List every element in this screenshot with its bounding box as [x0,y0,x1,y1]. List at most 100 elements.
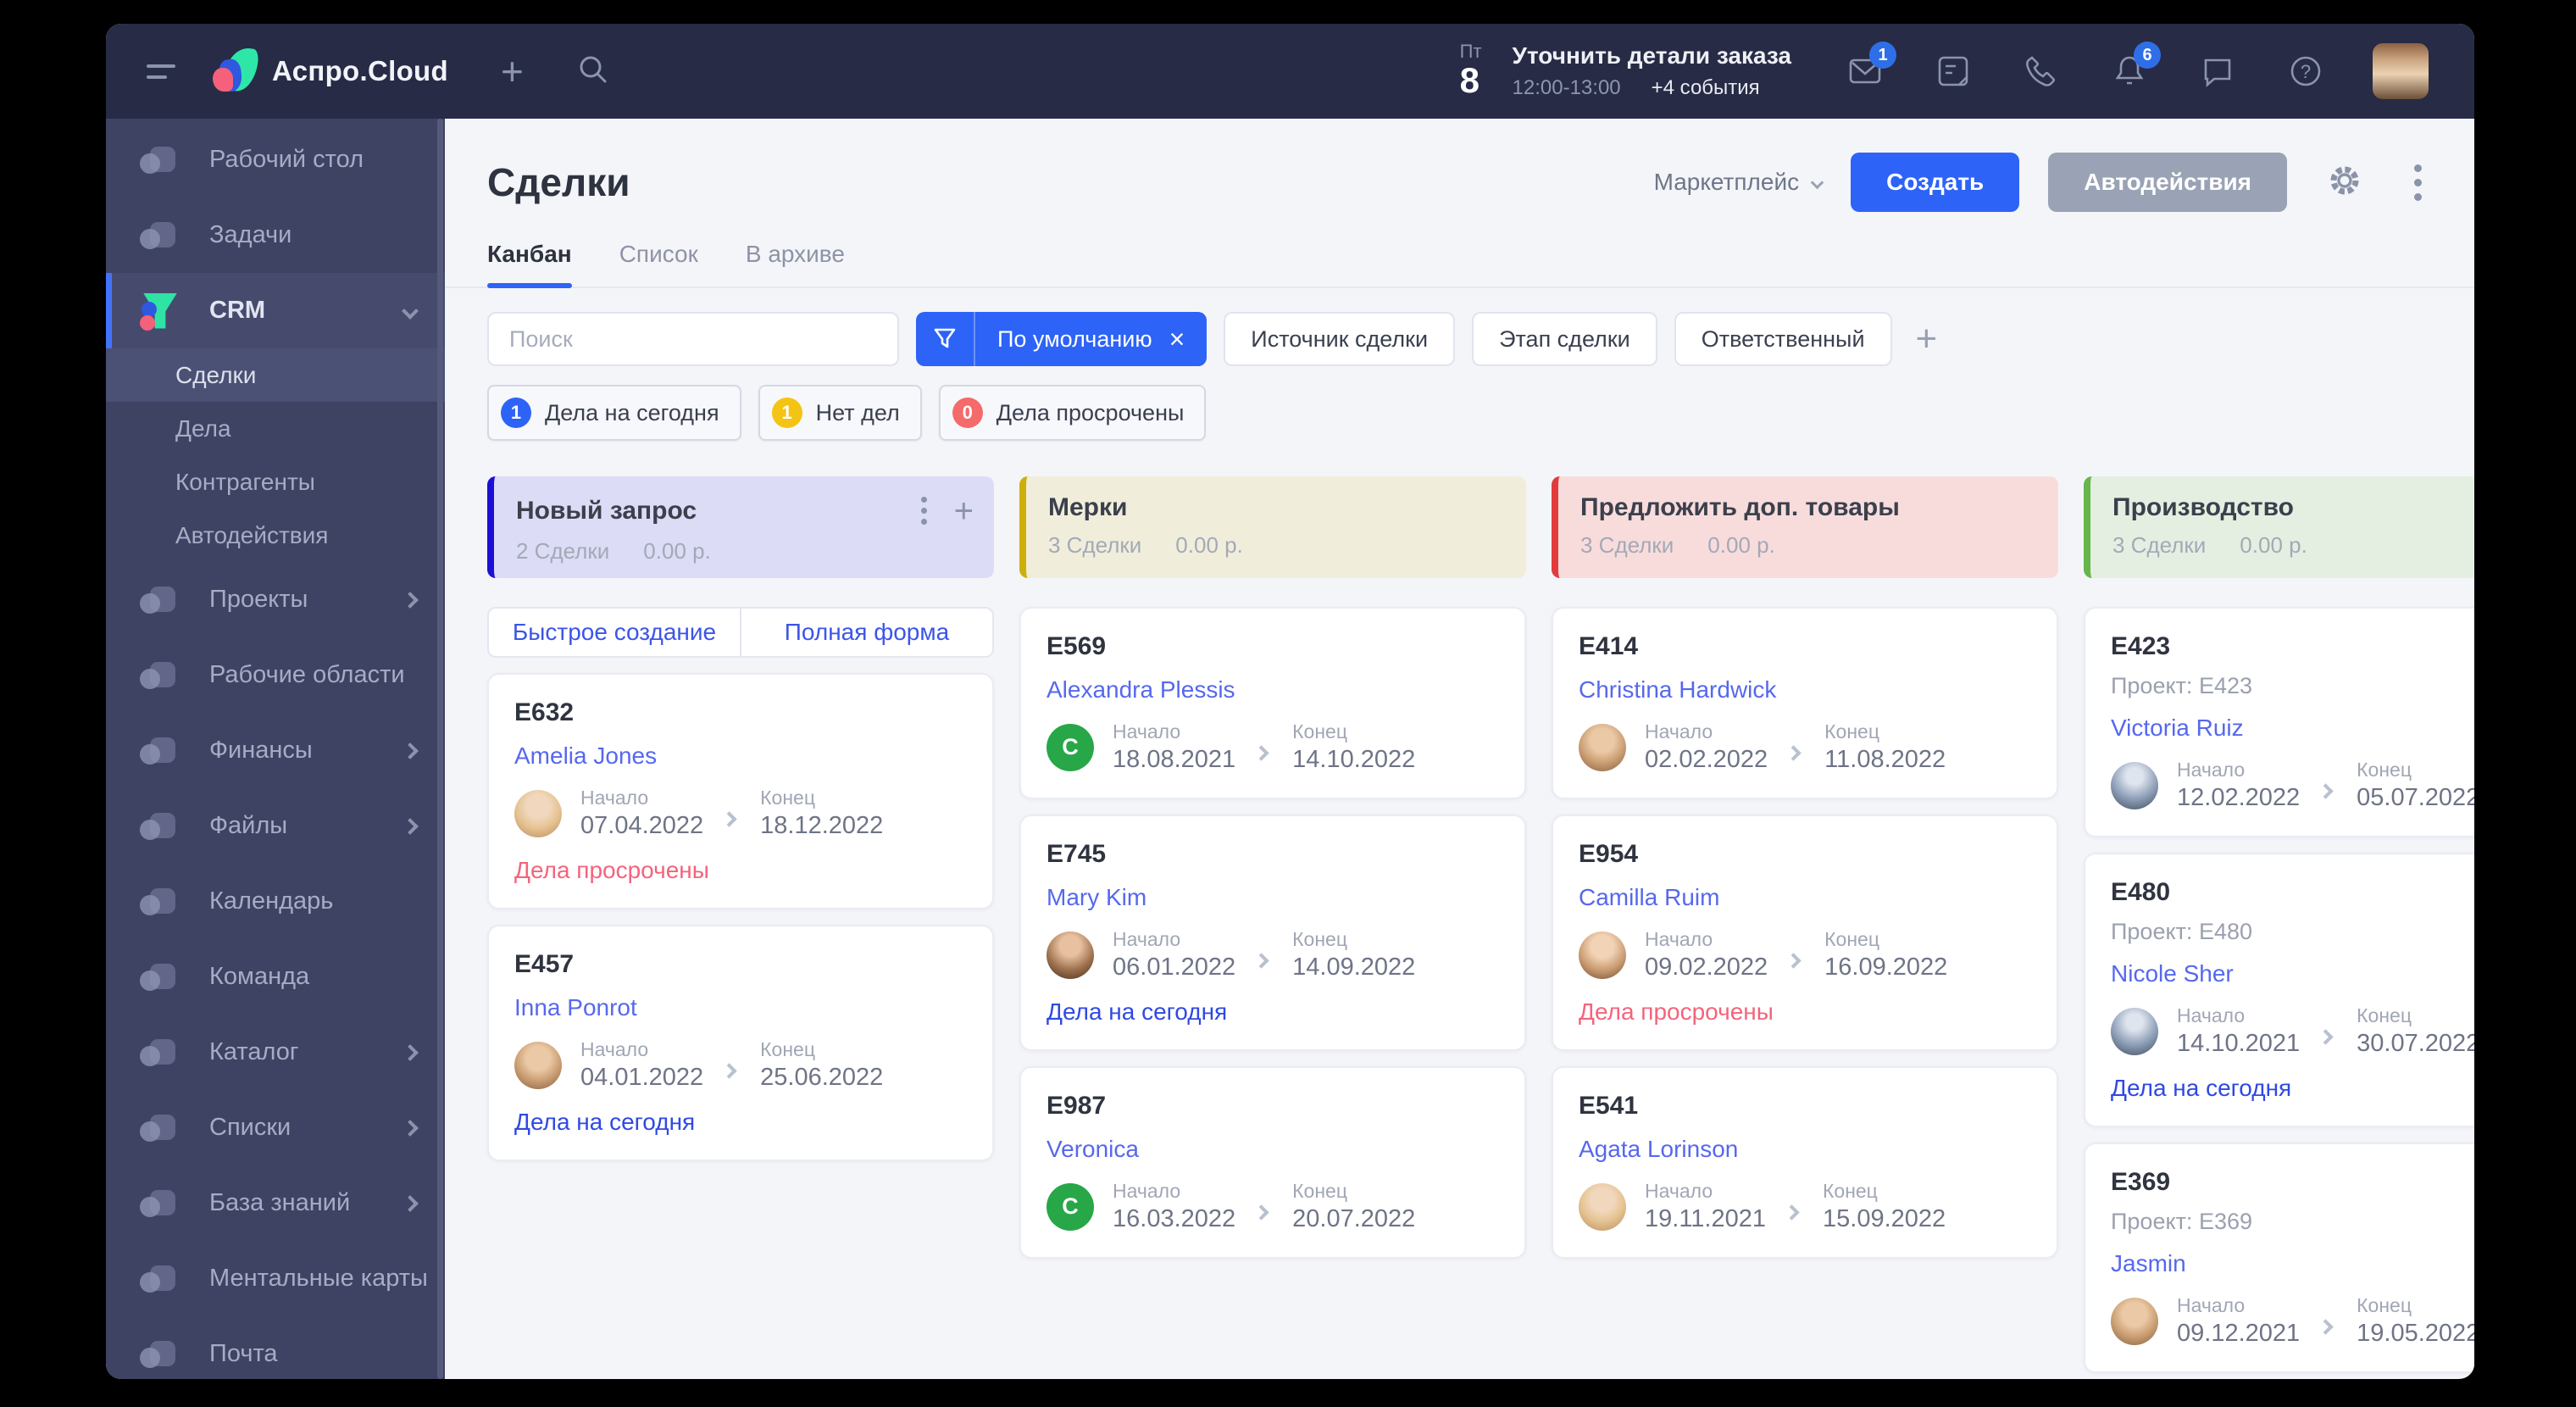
sidebar-item-workspaces[interactable]: Рабочие области [106,637,445,713]
help-icon[interactable]: ? [2286,52,2325,91]
avatar: C [1046,724,1094,771]
deal-card-E987[interactable]: E987 Veronica C Начало16.03.2022 Конец20… [1019,1066,1526,1259]
client-link[interactable]: Inna Ponrot [514,994,967,1021]
sidebar-item-files[interactable]: Файлы [106,788,445,864]
view-tabs: Канбан Список В архиве [487,241,2427,286]
avatar [2111,1008,2158,1055]
sidebar-item-mail[interactable]: Почта [106,1316,445,1379]
topbar: Аспро.Cloud + Пт 8 Уточнить детали заказ… [106,24,2474,119]
client-link[interactable]: Alexandra Plessis [1046,676,1499,704]
menu-toggle-icon[interactable] [147,64,180,79]
filter-preset-button[interactable]: По умолчанию × [916,312,1207,366]
sidebar-item-finance[interactable]: Финансы [106,713,445,788]
phone-icon[interactable] [2022,52,2061,91]
tab-kanban[interactable]: Канбан [487,241,572,286]
more-menu-icon[interactable] [2409,159,2427,206]
chip-count-badge: 1 [772,398,802,428]
arrow-right-icon [1253,745,1269,760]
gear-icon[interactable] [2324,160,2365,205]
sidebar-item-deals[interactable]: Сделки [106,348,445,402]
start-date: 09.02.2022 [1645,954,1768,982]
client-link[interactable]: Nicole Sher [2111,960,2474,987]
filter-responsible-button[interactable]: Ответственный [1674,312,1892,366]
sidebar-item-desktop[interactable]: Рабочий стол [106,122,445,197]
status-overdue: Дела просрочены [1579,998,2031,1026]
column-title: Мерки [1048,493,1506,522]
end-date: 25.06.2022 [760,1064,883,1092]
sidebar-item-crm[interactable]: CRM [106,273,445,348]
column-add-icon[interactable]: + [954,494,974,528]
full-form-button[interactable]: Полная форма [741,609,992,656]
sidebar-item-catalog[interactable]: Каталог [106,1015,445,1090]
quick-create-button[interactable]: Быстрое создание [489,609,741,656]
sidebar-scrollbar[interactable] [437,119,443,1379]
column-amount: 0.00 р. [1707,532,1775,559]
tab-archive[interactable]: В архиве [746,241,845,286]
deal-card-E457[interactable]: E457 Inna Ponrot Начало04.01.2022 Конец2… [487,925,994,1161]
quick-add-icon[interactable]: + [501,52,524,91]
search-input[interactable] [487,312,899,366]
sidebar-item-calendar[interactable]: Календарь [106,864,445,939]
svg-text:?: ? [2301,61,2311,82]
column-count: 3 Сделки [2112,532,2206,559]
weekday-label: Пт [1460,42,1482,61]
client-link[interactable]: Camilla Ruim [1579,884,2031,911]
sidebar-item-projects[interactable]: Проекты [106,562,445,637]
chat-icon[interactable] [2198,52,2237,91]
sidebar-item-autoactions[interactable]: Автодействия [106,509,445,562]
chip-no-activities[interactable]: 1 Нет дел [758,385,922,441]
chip-today[interactable]: 1 Дела на сегодня [487,385,741,441]
chip-overdue[interactable]: 0 Дела просрочены [939,385,1207,441]
status-today: Дела на сегодня [1046,998,1499,1026]
funnel-icon[interactable] [916,312,975,366]
marketplace-dropdown[interactable]: Маркетплейс [1654,169,1823,196]
sidebar-item-team[interactable]: Команда [106,939,445,1015]
deal-card-E414[interactable]: E414 Christina Hardwick Начало02.02.2022… [1552,607,2058,799]
event-title: Уточнить детали заказа [1513,42,1791,70]
mail-icon[interactable]: 1 [1846,52,1885,91]
deal-card-E954[interactable]: E954 Camilla Ruim Начало09.02.2022 Конец… [1552,815,2058,1051]
deal-card-E480[interactable]: E480 Проект: E480 Nicole Sher Начало14.1… [2084,853,2474,1127]
autoactions-button[interactable]: Автодействия [2048,153,2287,212]
client-link[interactable]: Veronica [1046,1136,1499,1163]
app-logo[interactable]: Аспро.Cloud [213,47,448,95]
client-link[interactable]: Victoria Ruiz [2111,715,2474,742]
avatar [2111,762,2158,809]
close-icon[interactable]: × [1169,325,1185,353]
client-link[interactable]: Mary Kim [1046,884,1499,911]
client-link[interactable]: Amelia Jones [514,742,967,770]
tab-list[interactable]: Список [619,241,698,286]
client-link[interactable]: Christina Hardwick [1579,676,2031,704]
deal-card-E423[interactable]: E423 Проект: E423 Victoria Ruiz Начало12… [2084,607,2474,837]
deal-card-E369[interactable]: E369 Проект: E369 Jasmin Начало09.12.202… [2084,1143,2474,1373]
column-count: 2 Сделки [516,538,609,564]
user-avatar[interactable] [2373,43,2429,99]
next-event[interactable]: Уточнить детали заказа 12:00-13:00 +4 со… [1513,42,1791,100]
sidebar-item-activities[interactable]: Дела [106,402,445,455]
sidebar-item-mindmaps[interactable]: Ментальные карты [106,1241,445,1316]
workspaces-icon [140,657,179,694]
finance-icon [140,732,179,770]
sidebar-item-knowledge-base[interactable]: База знаний [106,1165,445,1241]
sidebar-item-lists[interactable]: Списки [106,1090,445,1165]
deal-card-E745[interactable]: E745 Mary Kim Начало06.01.2022 Конец14.0… [1019,815,1526,1051]
column-menu-icon[interactable] [918,493,930,528]
chip-count-badge: 1 [501,398,531,428]
add-filter-icon[interactable]: + [1916,320,1938,358]
desktop-icon [140,142,179,179]
deal-card-E632[interactable]: E632 Amelia Jones Начало07.04.2022 Конец… [487,673,994,909]
mail-badge: 1 [1869,42,1896,69]
bell-icon[interactable]: 6 [2110,52,2149,91]
filter-deal-source-button[interactable]: Источник сделки [1224,312,1455,366]
sidebar-item-tasks[interactable]: Задачи [106,197,445,273]
client-link[interactable]: Jasmin [2111,1250,2474,1277]
search-icon[interactable] [576,53,610,91]
create-button[interactable]: Создать [1851,153,2019,212]
notes-icon[interactable] [1934,52,1973,91]
client-link[interactable]: Agata Lorinson [1579,1136,2031,1163]
sidebar-item-contractors[interactable]: Контрагенты [106,455,445,509]
deal-card-E569[interactable]: E569 Alexandra Plessis C Начало18.08.202… [1019,607,1526,799]
calendar-date[interactable]: Пт 8 [1460,42,1482,100]
deal-card-E541[interactable]: E541 Agata Lorinson Начало19.11.2021 Кон… [1552,1066,2058,1259]
filter-deal-stage-button[interactable]: Этап сделки [1472,312,1657,366]
